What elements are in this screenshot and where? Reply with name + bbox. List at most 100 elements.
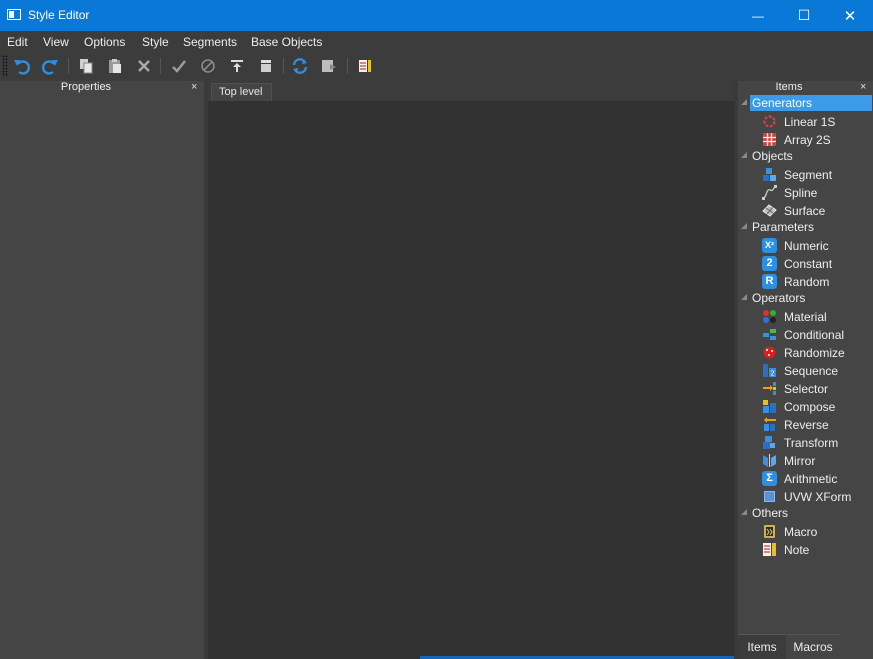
toolbar-separator bbox=[160, 58, 161, 74]
collapse-icon[interactable] bbox=[256, 56, 276, 76]
expand-arrow-icon[interactable] bbox=[741, 294, 747, 300]
compose-icon bbox=[763, 400, 776, 413]
item-label: Random bbox=[784, 275, 830, 289]
refresh-icon[interactable] bbox=[290, 56, 310, 76]
item-label: Array 2S bbox=[784, 133, 831, 147]
undo-icon[interactable] bbox=[12, 56, 32, 76]
sequence-icon: 2 bbox=[763, 364, 776, 378]
sequence-icon-text: 2 bbox=[771, 371, 775, 378]
items-close-icon[interactable]: × bbox=[860, 81, 866, 93]
randomize-icon bbox=[763, 346, 776, 359]
item-label: Material bbox=[784, 310, 827, 324]
group-label: Generators bbox=[750, 95, 872, 111]
material-icon bbox=[763, 310, 776, 323]
copy-icon[interactable] bbox=[76, 56, 96, 76]
menu-base-objects[interactable]: Base Objects bbox=[251, 35, 322, 49]
items-title: Items bbox=[775, 81, 803, 93]
close-button[interactable]: ✕ bbox=[827, 0, 873, 31]
group-label: Operators bbox=[752, 291, 806, 305]
minimize-button[interactable]: — bbox=[735, 0, 781, 31]
note-icon bbox=[763, 543, 776, 556]
item-label: UVW XForm bbox=[784, 490, 852, 504]
disable-icon[interactable] bbox=[198, 56, 218, 76]
mirror-icon bbox=[763, 454, 776, 467]
group-operators[interactable]: Operators bbox=[738, 290, 873, 307]
paste-icon[interactable] bbox=[105, 56, 125, 76]
note-icon[interactable] bbox=[355, 56, 375, 76]
group-others[interactable]: Others bbox=[738, 505, 873, 522]
push-top-icon[interactable] bbox=[227, 56, 247, 76]
item-label: Arithmetic bbox=[784, 472, 838, 486]
expand-arrow-icon[interactable] bbox=[741, 152, 747, 158]
item-label: Mirror bbox=[784, 454, 816, 468]
tab-macros[interactable]: Macros bbox=[787, 634, 839, 659]
item-label: Linear 1S bbox=[784, 115, 836, 129]
menu-edit[interactable]: Edit bbox=[7, 35, 28, 49]
item-label: Segment bbox=[784, 168, 833, 182]
item-label: Note bbox=[784, 543, 810, 557]
group-label: Objects bbox=[752, 149, 793, 163]
app-icon bbox=[7, 9, 21, 20]
expand-arrow-icon[interactable] bbox=[741, 223, 747, 229]
properties-close-icon[interactable]: × bbox=[191, 81, 197, 93]
item-label: Macro bbox=[784, 525, 818, 539]
item-label: Numeric bbox=[784, 239, 829, 253]
item-label: Selector bbox=[784, 382, 829, 396]
conditional-icon bbox=[763, 329, 776, 340]
menu-style[interactable]: Style bbox=[142, 35, 169, 49]
properties-panel: Properties × bbox=[0, 81, 204, 659]
toolbar-separator bbox=[347, 58, 348, 74]
macro-icon bbox=[764, 525, 775, 538]
linear-icon bbox=[763, 115, 776, 128]
properties-title: Properties bbox=[60, 81, 112, 93]
maximize-button[interactable]: ☐ bbox=[781, 0, 827, 31]
item-label: Surface bbox=[784, 204, 826, 218]
group-parameters[interactable]: Parameters bbox=[738, 219, 873, 236]
spline-icon bbox=[762, 185, 777, 200]
surface-icon bbox=[762, 204, 777, 217]
reverse-icon bbox=[764, 417, 776, 431]
check-icon[interactable] bbox=[169, 56, 189, 76]
random-icon: R bbox=[762, 274, 777, 289]
expand-arrow-icon[interactable] bbox=[741, 509, 747, 515]
toolbar-separator bbox=[283, 58, 284, 74]
group-objects[interactable]: Objects bbox=[738, 148, 873, 165]
uvw-xform-icon bbox=[764, 491, 775, 502]
item-label: Randomize bbox=[784, 346, 845, 360]
tab-items[interactable]: Items bbox=[738, 634, 786, 659]
constant-icon: 2 bbox=[762, 256, 777, 271]
redo-icon[interactable] bbox=[40, 56, 60, 76]
minimize-icon: — bbox=[752, 8, 764, 23]
menu-segments[interactable]: Segments bbox=[183, 35, 237, 49]
segment-icon bbox=[763, 168, 776, 181]
toolbar-grip[interactable] bbox=[2, 55, 8, 77]
menu-options[interactable]: Options bbox=[84, 35, 125, 49]
item-label: Compose bbox=[784, 400, 836, 414]
group-generators[interactable]: Generators bbox=[738, 95, 873, 112]
export-icon[interactable] bbox=[319, 56, 339, 76]
menu-view[interactable]: View bbox=[43, 35, 69, 49]
menu-bar: Edit View Options Style Segments Base Ob… bbox=[0, 31, 873, 52]
maximize-icon: ☐ bbox=[797, 7, 811, 23]
toolbar-separator bbox=[68, 58, 69, 74]
window-title: Style Editor bbox=[28, 8, 90, 22]
expand-arrow-icon[interactable] bbox=[741, 99, 747, 105]
selector-icon bbox=[763, 382, 776, 395]
title-bar: Style Editor — ☐ ✕ bbox=[0, 0, 873, 31]
item-label: Sequence bbox=[784, 364, 839, 378]
item-label: Spline bbox=[784, 186, 818, 200]
item-label: Transform bbox=[784, 436, 839, 450]
item-label: Constant bbox=[784, 257, 833, 271]
close-icon: ✕ bbox=[843, 7, 857, 25]
graph-canvas[interactable] bbox=[208, 101, 734, 659]
delete-icon[interactable] bbox=[134, 56, 154, 76]
dock-tabs: Items Macros bbox=[738, 634, 873, 659]
tab-top-level[interactable]: Top level bbox=[211, 83, 272, 101]
item-label: Reverse bbox=[784, 418, 829, 432]
group-label: Others bbox=[752, 506, 789, 520]
array-icon bbox=[763, 133, 776, 146]
items-panel: Items × Generators Linear 1S Array 2S Ob… bbox=[738, 81, 873, 659]
toolbar bbox=[0, 52, 873, 80]
transform-icon bbox=[763, 436, 775, 449]
numeric-icon: X² bbox=[762, 238, 777, 253]
